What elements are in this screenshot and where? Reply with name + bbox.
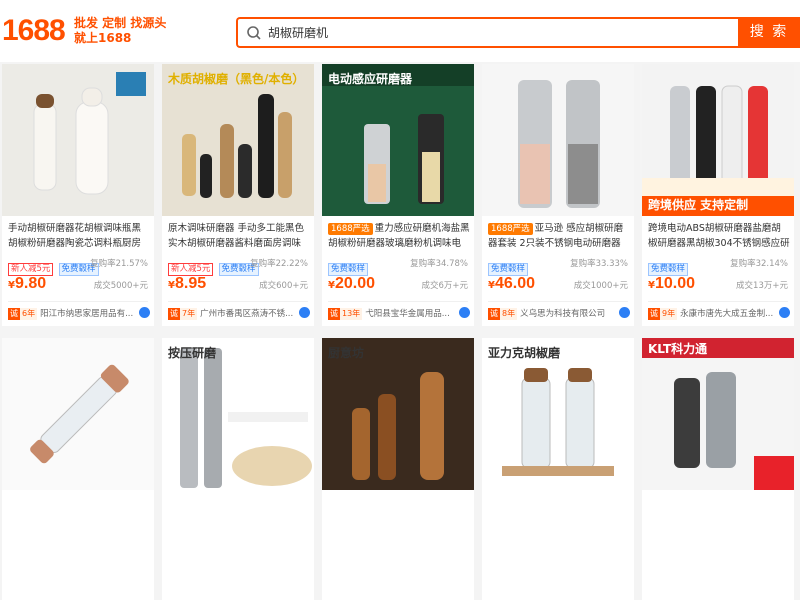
chat-icon[interactable]: [779, 307, 790, 318]
shop-years: 9年: [660, 308, 678, 320]
slogan-line-1: 批发 定制 找源头: [74, 16, 167, 30]
product-price: ¥8.95: [168, 275, 207, 292]
integrity-badge: 诚: [328, 308, 340, 320]
yanxuan-tag: 1688严选: [328, 223, 373, 235]
chat-icon[interactable]: [139, 307, 150, 318]
image-overlay-text: KLT科力通: [648, 342, 708, 356]
shop-info[interactable]: 诚 13年 弋阳县宝华金属用品...: [328, 307, 470, 321]
chat-icon[interactable]: [619, 307, 630, 318]
shop-name[interactable]: 永康市唐先大成五金制...: [680, 309, 773, 319]
product-card[interactable]: 跨境供应 支持定制跨境电动ABS胡椒研磨器盐磨胡椒研磨器黑胡椒304不锈钢感应研…: [642, 64, 794, 326]
product-image[interactable]: [2, 64, 154, 216]
product-card[interactable]: [2, 338, 154, 600]
divider: [648, 301, 788, 302]
product-card[interactable]: 亚力克胡椒磨: [482, 338, 634, 600]
search-icon: [247, 26, 261, 40]
product-title[interactable]: 1688严选重力感应研磨机海盐黑胡椒粉研磨器玻璃磨粉机调味电动胡椒: [328, 221, 470, 251]
product-price: ¥20.00: [328, 275, 376, 292]
product-price: ¥46.00: [488, 275, 536, 292]
product-card[interactable]: 厨意坊: [322, 338, 474, 600]
chat-icon[interactable]: [459, 307, 470, 318]
image-overlay-text: 亚力克胡椒磨: [488, 346, 561, 360]
product-card[interactable]: 电动感应研磨器 1688严选重力感应研磨机海盐黑胡椒粉研磨器玻璃磨粉机调味电动胡椒…: [322, 64, 474, 326]
shop-years: 7年: [180, 308, 198, 320]
integrity-badge: 诚: [648, 308, 660, 320]
product-image[interactable]: [482, 64, 634, 216]
shop-name[interactable]: 广州市番禺区燕涛不锈...: [200, 309, 293, 319]
product-title[interactable]: 1688严选亚马逊 感应胡椒研磨器套装 2只装不锈钢电动研磨器 胡椒研磨器: [488, 221, 630, 251]
image-overlay-text: 跨境供应 支持定制: [648, 198, 749, 212]
product-image[interactable]: [2, 338, 154, 490]
divider: [488, 301, 628, 302]
product-card[interactable]: 手动胡椒研磨器花胡椒调味瓶黑胡椒粉研磨器陶瓷芯调料瓶厨房用品新人减5元 免费毂样…: [2, 64, 154, 326]
shop-years: 6年: [20, 308, 38, 320]
image-overlay-text: 木质胡椒磨（黑色/本色）: [168, 72, 305, 86]
product-card[interactable]: KLT科力通: [642, 338, 794, 600]
top-header: 1688 批发 定制 找源头 就上1688 胡椒研磨机 搜 索: [0, 0, 800, 62]
search-input[interactable]: 胡椒研磨机: [268, 24, 328, 41]
site-logo[interactable]: 1688: [2, 14, 66, 48]
badges: 免费毂样: [328, 256, 369, 276]
product-card[interactable]: 1688严选亚马逊 感应胡椒研磨器套装 2只装不锈钢电动研磨器 胡椒研磨器免费毂…: [482, 64, 634, 326]
shop-years: 8年: [500, 308, 518, 320]
search-button[interactable]: 搜 索: [738, 17, 800, 48]
badges: 免费毂样: [488, 256, 529, 276]
product-title[interactable]: 手动胡椒研磨器花胡椒调味瓶黑胡椒粉研磨器陶瓷芯调料瓶厨房用品: [8, 221, 150, 251]
integrity-badge: 诚: [488, 308, 500, 320]
repurchase-rate: 复购率34.78%: [410, 259, 468, 269]
product-card[interactable]: 木质胡椒磨（黑色/本色） 原木调味研磨器 手动多工能黑色实木胡椒研磨器酱料磨面房调…: [162, 64, 314, 326]
product-title[interactable]: 原木调味研磨器 手动多工能黑色实木胡椒研磨器酱料磨面房调味瓶: [168, 221, 310, 251]
divider: [8, 301, 148, 302]
site-slogan: 批发 定制 找源头 就上1688: [74, 16, 166, 46]
sales-volume: 成交600+元: [259, 281, 308, 291]
shop-name[interactable]: 阳江市纳思家居用品有...: [40, 309, 133, 319]
shop-info[interactable]: 诚 8年 义乌思为科技有限公司: [488, 307, 630, 321]
search-box[interactable]: 胡椒研磨机: [236, 17, 738, 48]
repurchase-rate: 复购率21.57%: [90, 259, 148, 269]
shop-name[interactable]: 义乌思为科技有限公司: [520, 309, 605, 319]
product-price: ¥9.80: [8, 275, 47, 292]
shop-name[interactable]: 弋阳县宝华金属用品...: [365, 309, 450, 319]
shop-years: 13年: [340, 308, 363, 320]
chat-icon[interactable]: [299, 307, 310, 318]
product-image[interactable]: [642, 64, 794, 216]
badges: 新人减5元 免费毂样: [168, 256, 259, 276]
image-overlay-text: 厨意坊: [328, 346, 365, 360]
integrity-badge: 诚: [8, 308, 20, 320]
sales-volume: 成交1000+元: [573, 281, 628, 291]
shop-info[interactable]: 诚 7年 广州市番禺区燕涛不锈...: [168, 307, 310, 321]
repurchase-rate: 复购率22.22%: [250, 259, 308, 269]
repurchase-rate: 复购率32.14%: [730, 259, 788, 269]
badges: 新人减5元 免费毂样: [8, 256, 99, 276]
slogan-line-2: 就上1688: [74, 31, 132, 45]
shop-info[interactable]: 诚 9年 永康市唐先大成五金制...: [648, 307, 790, 321]
sales-volume: 成交13万+元: [736, 281, 788, 291]
shop-info[interactable]: 诚 6年 阳江市纳思家居用品有...: [8, 307, 150, 321]
sales-volume: 成交6万+元: [421, 281, 468, 291]
yanxuan-tag: 1688严选: [488, 223, 533, 235]
badges: 免费毂样: [648, 256, 689, 276]
divider: [328, 301, 468, 302]
image-overlay-text: 电动感应研磨器: [328, 72, 413, 86]
product-card[interactable]: 按压研磨: [162, 338, 314, 600]
product-image[interactable]: [642, 338, 794, 490]
product-title[interactable]: 跨境电动ABS胡椒研磨器盐磨胡椒研磨器黑胡椒304不锈钢感应研磨器现货: [648, 221, 790, 251]
image-overlay-text: 按压研磨: [168, 346, 217, 360]
repurchase-rate: 复购率33.33%: [570, 259, 628, 269]
sales-volume: 成交5000+元: [93, 281, 148, 291]
integrity-badge: 诚: [168, 308, 180, 320]
divider: [168, 301, 308, 302]
product-price: ¥10.00: [648, 275, 696, 292]
